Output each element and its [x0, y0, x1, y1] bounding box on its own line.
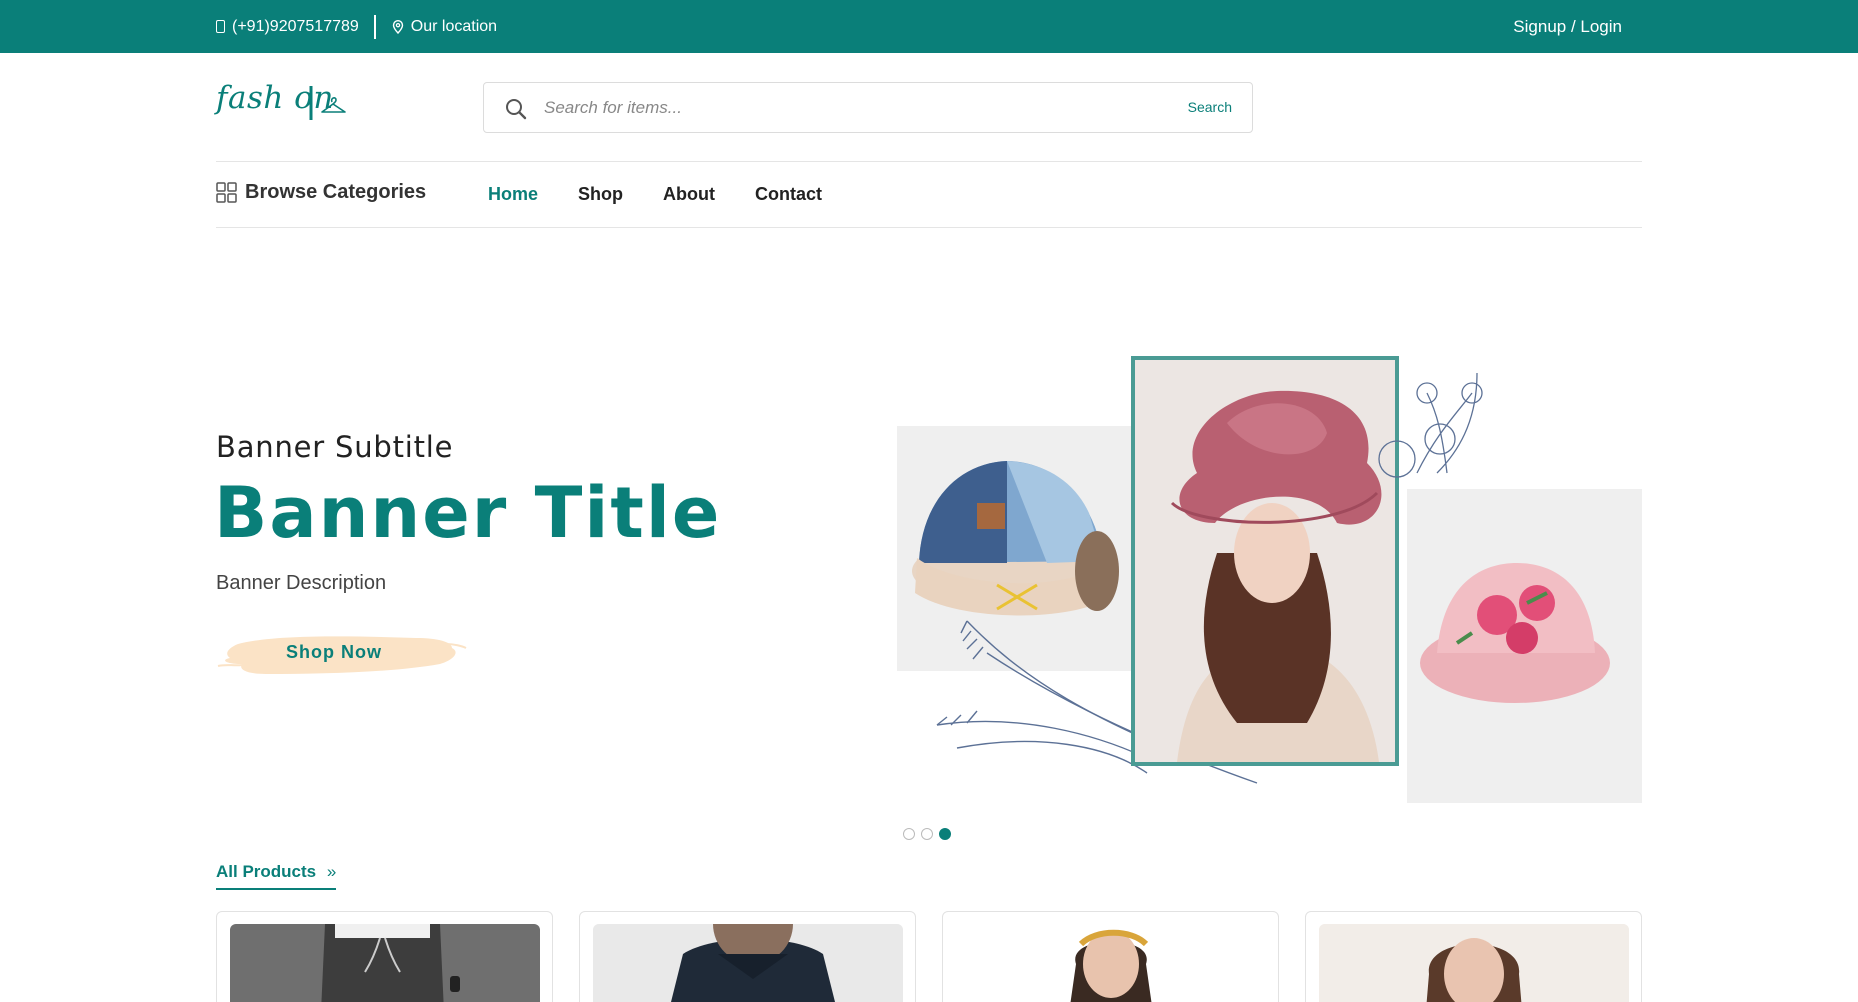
location-label: Our location — [410, 17, 498, 35]
phone-number: (+91)9207517789 — [232, 17, 359, 35]
main-nav: Home Shop About Contact — [488, 184, 862, 205]
divider — [373, 14, 376, 39]
product-card[interactable] — [942, 911, 1279, 1002]
product-card[interactable] — [216, 911, 553, 1002]
product-card[interactable] — [1305, 911, 1642, 1002]
all-products-label: All Products — [216, 862, 317, 881]
shop-now-button[interactable]: Shop Now — [216, 626, 468, 682]
signup-login-link[interactable]: Signup / Login — [1513, 17, 1622, 37]
grid-icon — [216, 182, 237, 203]
banner-title: Banner Title — [214, 472, 722, 554]
carousel-dot-2[interactable] — [921, 828, 933, 840]
search-input[interactable] — [544, 92, 1144, 124]
browse-categories-label: Browse Categories — [245, 181, 427, 203]
location-link[interactable]: Our location — [392, 18, 497, 36]
shop-now-label: Shop Now — [286, 642, 382, 662]
location-pin-icon — [392, 19, 404, 34]
banner-subtitle: Banner Subtitle — [216, 430, 454, 464]
phone-icon — [216, 20, 225, 33]
product-image — [230, 924, 540, 1002]
product-image — [956, 924, 1266, 1002]
product-grid — [216, 911, 1642, 1002]
all-products-link[interactable]: All Products » — [216, 862, 337, 890]
nav-divider — [216, 227, 1642, 228]
carousel-dots — [903, 828, 957, 840]
header-divider — [216, 161, 1642, 162]
banner-hero-image — [897, 356, 1642, 803]
banner-description: Banner Description — [216, 572, 387, 594]
browse-categories-button[interactable]: Browse Categories — [216, 181, 426, 204]
nav-contact[interactable]: Contact — [755, 184, 822, 205]
carousel-dot-3[interactable] — [939, 828, 951, 840]
product-image — [593, 924, 903, 1002]
nav-about[interactable]: About — [663, 184, 715, 205]
logo[interactable]: fash on — [216, 80, 356, 126]
carousel-dot-1[interactable] — [903, 828, 915, 840]
nav-shop[interactable]: Shop — [578, 184, 623, 205]
top-bar: (+91)9207517789 Our location Signup / Lo… — [0, 0, 1858, 53]
hanger-icon — [309, 86, 346, 120]
nav-home[interactable]: Home — [488, 184, 538, 205]
search-button[interactable]: Search — [1188, 99, 1232, 115]
product-card[interactable] — [579, 911, 916, 1002]
phone-contact[interactable]: (+91)9207517789 — [216, 18, 359, 36]
product-image — [1319, 924, 1629, 1002]
search-icon — [506, 99, 527, 120]
double-chevron-right-icon: » — [326, 862, 337, 881]
search-bar: Search — [483, 82, 1253, 133]
